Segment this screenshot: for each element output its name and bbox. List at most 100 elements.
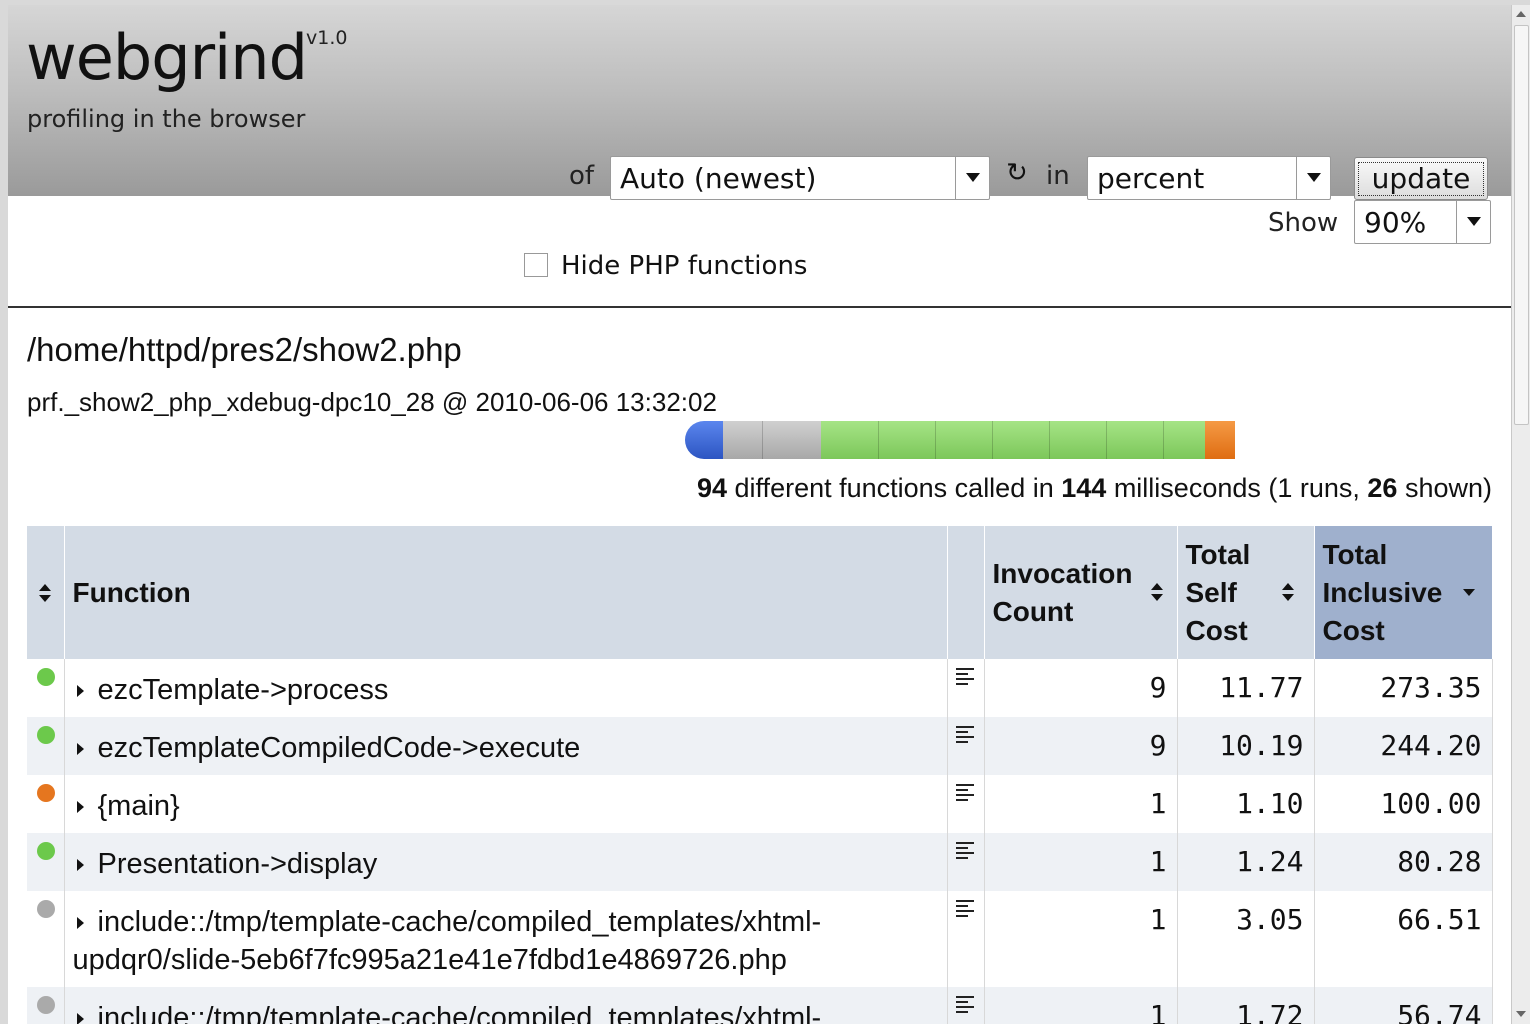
total-inclusive-cost-header[interactable]: Total Inclusive Cost xyxy=(1314,526,1493,659)
inclusive-cost: 244.20 xyxy=(1314,717,1493,775)
inclusive-cost: 273.35 xyxy=(1314,659,1493,717)
breakdown-include xyxy=(1205,421,1235,459)
file-path: /home/httpd/pres2/show2.php xyxy=(27,331,462,368)
table-row[interactable]: include::/tmp/template-cache/compiled_te… xyxy=(27,987,1493,1024)
table-row[interactable]: Presentation->display 1 1.24 80.28 xyxy=(27,833,1493,891)
chevron-down-icon xyxy=(1456,201,1490,243)
function-header[interactable]: Function xyxy=(64,526,948,659)
function-name: {main} xyxy=(97,790,180,822)
summary-text-part: milliseconds (1 runs, xyxy=(1106,473,1368,503)
invocation-count: 1 xyxy=(984,775,1178,833)
function-cell[interactable]: {main} xyxy=(64,775,948,833)
file-link-cell[interactable] xyxy=(947,891,985,987)
scroll-up-icon[interactable] xyxy=(1516,11,1526,17)
file-link-cell[interactable] xyxy=(947,717,985,775)
function-name: ezcTemplate->process xyxy=(97,674,389,706)
sort-icon xyxy=(1281,582,1294,603)
file-link-cell[interactable] xyxy=(947,659,985,717)
table-row[interactable]: ezcTemplate->process 9 11.77 273.35 xyxy=(27,659,1493,717)
expand-icon[interactable] xyxy=(76,743,84,755)
file-lines-icon[interactable] xyxy=(955,842,974,859)
file-select[interactable]: Auto (newest) xyxy=(610,156,990,200)
inclusive-cost: 100.00 xyxy=(1314,775,1493,833)
inclusive-cost: 56.74 xyxy=(1314,987,1493,1024)
file-lines-icon[interactable] xyxy=(955,900,974,917)
function-name: Presentation->display xyxy=(97,848,378,880)
function-cell[interactable]: Presentation->display xyxy=(64,833,948,891)
scroll-down-icon[interactable] xyxy=(1516,1011,1526,1017)
function-header-label: Function xyxy=(72,576,191,608)
vertical-scrollbar[interactable] xyxy=(1511,5,1530,1024)
invocation-count: 9 xyxy=(984,717,1178,775)
function-name: ezcTemplateCompiledCode->execute xyxy=(97,732,581,764)
summary-text-part: shown) xyxy=(1397,473,1492,503)
show-label: Show xyxy=(1268,208,1339,238)
table-row[interactable]: include::/tmp/template-cache/compiled_te… xyxy=(27,891,1493,987)
type-cell xyxy=(27,775,65,833)
type-cell xyxy=(27,833,65,891)
invocation-header-label: Invocation Count xyxy=(992,557,1133,627)
type-dot-icon xyxy=(37,726,55,744)
file-link-header xyxy=(947,526,985,659)
inclusive-cost: 66.51 xyxy=(1314,891,1493,987)
hide-php-checkbox[interactable] xyxy=(524,253,548,277)
file-lines-icon[interactable] xyxy=(955,784,974,801)
self-cost: 1.72 xyxy=(1177,987,1315,1024)
total-self-cost-header[interactable]: Total Self Cost xyxy=(1177,526,1315,659)
summary-text: 94 different functions called in 144 mil… xyxy=(697,473,1492,504)
expand-icon[interactable] xyxy=(76,859,84,871)
file-lines-icon[interactable] xyxy=(955,996,974,1013)
file-lines-icon[interactable] xyxy=(955,726,974,743)
app-tagline: profiling in the browser xyxy=(27,105,306,133)
file-lines-icon[interactable] xyxy=(955,668,974,685)
unit-select-value: percent xyxy=(1097,162,1205,195)
file-link-cell[interactable] xyxy=(947,775,985,833)
sort-icon xyxy=(39,584,52,604)
type-dot-icon xyxy=(37,668,55,686)
expand-icon[interactable] xyxy=(76,1013,84,1024)
invocation-count: 1 xyxy=(984,891,1178,987)
function-name: include::/tmp/template-cache/compiled_te… xyxy=(97,1002,822,1024)
expand-icon[interactable] xyxy=(76,917,84,929)
sort-desc-icon xyxy=(1462,588,1475,597)
table-row[interactable]: {main} 1 1.10 100.00 xyxy=(27,775,1493,833)
function-cell[interactable]: include::/tmp/template-cache/compiled_te… xyxy=(64,987,948,1024)
show-percent-select[interactable]: 90% xyxy=(1354,200,1491,244)
reload-icon[interactable]: ↻ xyxy=(1006,158,1028,188)
function-name: include::/tmp/template-cache/compiled_te… xyxy=(72,906,822,976)
file-link-cell[interactable] xyxy=(947,987,985,1024)
breakdown-class xyxy=(1050,421,1107,459)
file-link-cell[interactable] xyxy=(947,833,985,891)
function-cell[interactable]: ezcTemplate->process xyxy=(64,659,948,717)
update-button[interactable]: update xyxy=(1354,157,1488,200)
expand-icon[interactable] xyxy=(76,801,84,813)
breakdown-class xyxy=(879,421,936,459)
invocation-count: 1 xyxy=(984,833,1178,891)
invocation-count: 9 xyxy=(984,659,1178,717)
table-row[interactable]: ezcTemplateCompiledCode->execute 9 10.19 24… xyxy=(27,717,1493,775)
total-milliseconds: 144 xyxy=(1061,473,1107,503)
show-percent-value: 90% xyxy=(1364,206,1427,239)
self-cost: 11.77 xyxy=(1177,659,1315,717)
self-cost: 10.19 xyxy=(1177,717,1315,775)
function-table: Function Invocation Count Total Self Cos… xyxy=(27,526,1493,1024)
self-cost: 1.24 xyxy=(1177,833,1315,891)
invocation-count-header[interactable]: Invocation Count xyxy=(984,526,1178,659)
of-label: of xyxy=(569,161,595,191)
self-cost: 1.10 xyxy=(1177,775,1315,833)
invocation-count: 1 xyxy=(984,987,1178,1024)
inclusive-cost: 80.28 xyxy=(1314,833,1493,891)
expand-icon[interactable] xyxy=(76,685,84,697)
function-cell[interactable]: include::/tmp/template-cache/compiled_te… xyxy=(64,891,948,987)
type-cell xyxy=(27,987,65,1024)
chevron-down-icon xyxy=(1296,157,1330,199)
type-dot-icon xyxy=(37,842,55,860)
breakdown-class xyxy=(821,421,879,459)
sort-type-header[interactable] xyxy=(27,526,65,659)
scroll-thumb[interactable] xyxy=(1514,25,1529,425)
unit-select[interactable]: percent xyxy=(1087,156,1331,200)
breakdown-class xyxy=(1164,421,1205,459)
function-cell[interactable]: ezcTemplateCompiledCode->execute xyxy=(64,717,948,775)
function-count: 94 xyxy=(696,473,728,503)
type-dot-icon xyxy=(37,996,55,1014)
